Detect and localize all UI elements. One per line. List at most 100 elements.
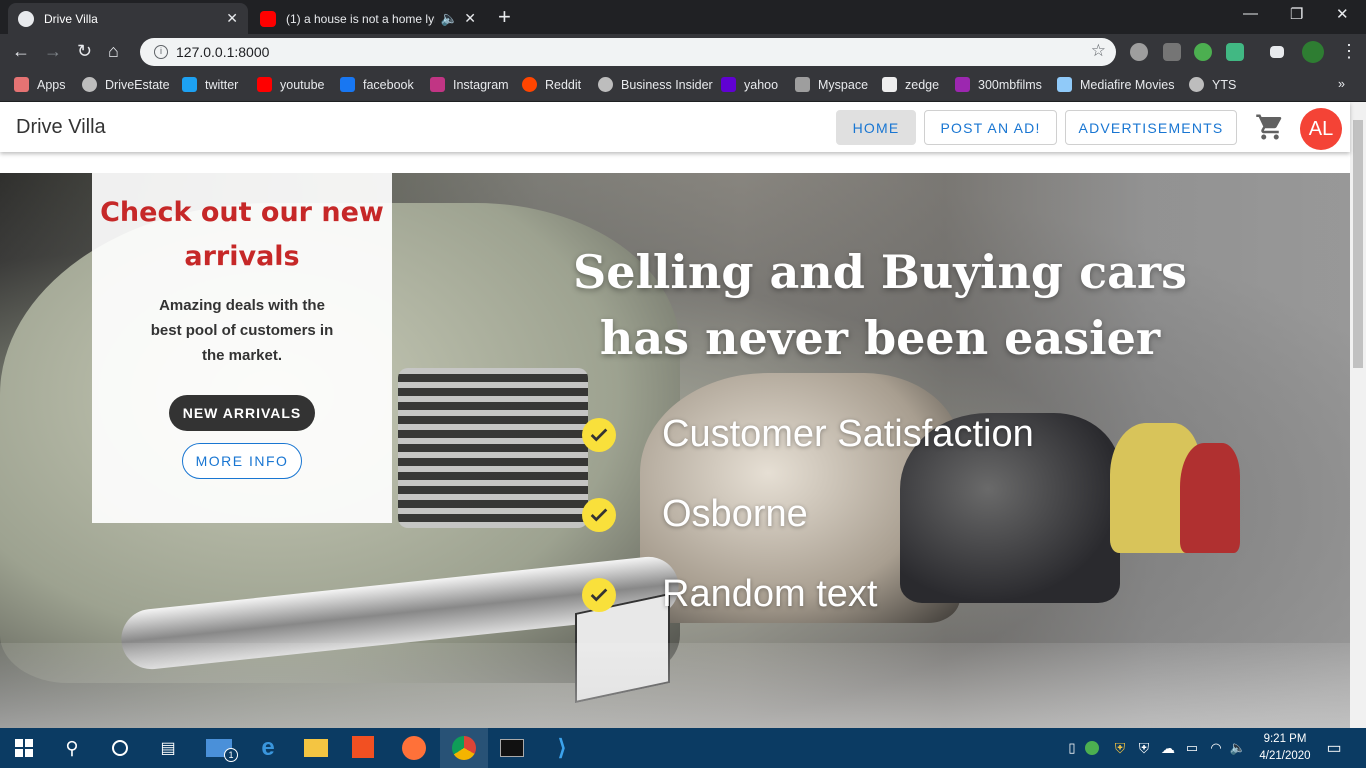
close-icon[interactable]: ✕ xyxy=(464,10,476,27)
nav-home-button[interactable]: HOME xyxy=(836,110,916,145)
youtube-icon xyxy=(257,77,272,92)
url-text: 127.0.0.1:8000 xyxy=(176,44,270,60)
tray-app-icon[interactable] xyxy=(1085,741,1099,755)
info-icon[interactable]: i xyxy=(154,45,168,59)
wifi-icon[interactable]: ◠ xyxy=(1204,736,1228,760)
onedrive-icon[interactable]: ☁ xyxy=(1156,736,1180,760)
bookmark-mediafire[interactable]: Mediafire Movies xyxy=(1057,77,1174,92)
check-icon xyxy=(582,497,616,532)
bookmark-star-icon[interactable]: ☆ xyxy=(1091,41,1106,61)
mail-badge: 1 xyxy=(224,748,238,762)
bookmark-zedge[interactable]: zedge xyxy=(882,77,939,92)
chrome-icon xyxy=(452,736,476,760)
bookmark-yahoo[interactable]: yahoo xyxy=(721,77,778,92)
volume-icon[interactable]: 🔈 xyxy=(1226,736,1250,760)
bookmark-reddit[interactable]: Reddit xyxy=(522,77,581,92)
store-icon[interactable] xyxy=(352,736,374,758)
minimize-button[interactable]: — xyxy=(1243,5,1258,22)
more-bookmarks-chevron-icon[interactable]: » xyxy=(1338,77,1345,91)
back-arrow-icon[interactable]: ← xyxy=(12,41,30,61)
firefox-icon[interactable] xyxy=(402,736,426,760)
reload-icon[interactable]: ↻ xyxy=(77,41,92,61)
terminal-icon[interactable] xyxy=(500,739,524,757)
file-explorer-icon[interactable] xyxy=(304,739,328,757)
menu-kebab-icon[interactable]: ⋮ xyxy=(1340,41,1358,61)
globe-icon xyxy=(18,10,34,27)
card-text: Amazing deals with the best pool of cust… xyxy=(150,297,334,364)
bookmark-yts[interactable]: YTS xyxy=(1189,77,1236,92)
vscode-icon[interactable]: ⟩ xyxy=(550,735,574,760)
clock-date: 4/21/2020 xyxy=(1259,750,1311,762)
feature-item: Random text xyxy=(582,573,877,616)
defender-icon[interactable]: ⛨ xyxy=(1132,736,1156,760)
site-brand[interactable]: Drive Villa xyxy=(16,116,106,139)
address-bar[interactable]: i 127.0.0.1:8000 ☆ xyxy=(140,38,1116,66)
twitter-icon xyxy=(182,77,197,92)
tab-title: Drive Villa xyxy=(44,11,98,26)
zedge-icon xyxy=(882,77,897,92)
shopping-cart-icon[interactable] xyxy=(1255,112,1285,142)
edge-browser-icon[interactable]: e xyxy=(256,734,280,761)
bookmark-twitter[interactable]: twitter xyxy=(182,77,238,92)
cortana-icon[interactable] xyxy=(108,736,132,760)
more-info-button[interactable]: MORE INFO xyxy=(182,443,302,479)
media-queue-icon[interactable] xyxy=(1270,46,1284,58)
notifications-icon[interactable]: ▭ xyxy=(1322,736,1346,760)
reddit-icon xyxy=(522,77,537,92)
usb-icon[interactable]: ▯ xyxy=(1060,736,1084,760)
myspace-icon xyxy=(795,77,810,92)
speaker-icon[interactable]: 🔈 xyxy=(441,10,458,27)
close-window-button[interactable]: ✕ xyxy=(1336,5,1349,23)
bookmark-business-insider[interactable]: Business Insider xyxy=(598,77,713,92)
bookmark-facebook[interactable]: facebook xyxy=(340,77,414,92)
bookmark-apps[interactable]: Apps xyxy=(14,77,66,92)
shield-icon[interactable]: ⛨ xyxy=(1108,736,1132,760)
battery-icon[interactable]: ▭ xyxy=(1180,736,1204,760)
windows-taskbar: ⚲ ▤ 1 e ⟩ ▯ ⛨ ⛨ ☁ ▭ ◠ 🔈 9:21 PM 4/21/202… xyxy=(0,728,1366,768)
tab-youtube[interactable]: (1) a house is not a home lyri 🔈 ✕ xyxy=(250,3,486,34)
tab-title: (1) a house is not a home lyri xyxy=(286,11,435,26)
check-icon xyxy=(582,417,616,452)
globe-icon xyxy=(1189,77,1204,92)
home-icon[interactable]: ⌂ xyxy=(108,41,119,61)
search-icon[interactable]: ⚲ xyxy=(60,736,84,760)
feature-item: Osborne xyxy=(582,493,808,536)
new-tab-button[interactable]: + xyxy=(498,5,511,29)
bookmark-driveestate[interactable]: DriveEstate xyxy=(82,77,170,92)
globe-icon xyxy=(598,77,613,92)
new-arrivals-card: Check out our new arrivals Amazing deals… xyxy=(92,173,392,523)
page-scrollbar[interactable] xyxy=(1350,102,1366,728)
adblock-icon[interactable] xyxy=(1130,43,1148,61)
restore-button[interactable]: ❐ xyxy=(1290,5,1303,23)
forward-arrow-icon[interactable]: → xyxy=(44,41,62,61)
color-extension-icon[interactable] xyxy=(1194,43,1212,61)
bookmark-youtube[interactable]: youtube xyxy=(257,77,324,92)
windows-start-icon[interactable] xyxy=(12,736,36,760)
vue-devtools-icon[interactable] xyxy=(1226,43,1244,61)
extension-icon[interactable] xyxy=(1163,43,1181,61)
showroom-floor xyxy=(0,643,1350,728)
check-icon xyxy=(582,577,616,612)
scrollbar-thumb[interactable] xyxy=(1353,120,1363,368)
close-icon[interactable]: ✕ xyxy=(226,10,238,27)
globe-icon xyxy=(82,77,97,92)
bookmark-instagram[interactable]: Instagram xyxy=(430,77,509,92)
hero-headline: Selling and Buying cars has never been e… xyxy=(572,245,1188,365)
nav-advertisements-button[interactable]: ADVERTISEMENTS xyxy=(1065,110,1237,145)
user-avatar[interactable]: AL xyxy=(1300,108,1342,150)
task-view-icon[interactable]: ▤ xyxy=(156,736,180,760)
bookmark-300mbfilms[interactable]: 300mbfilms xyxy=(955,77,1042,92)
bookmark-myspace[interactable]: Myspace xyxy=(795,77,868,92)
site-header: Drive Villa HOME POST AN AD! ADVERTISEME… xyxy=(0,102,1350,152)
chrome-taskbar-button[interactable] xyxy=(440,728,488,768)
mediafire-icon xyxy=(1057,77,1072,92)
profile-icon[interactable] xyxy=(1302,41,1324,63)
feature-item: Customer Satisfaction xyxy=(582,413,1034,456)
apps-grid-icon xyxy=(14,77,29,92)
instagram-icon xyxy=(430,77,445,92)
new-arrivals-button[interactable]: NEW ARRIVALS xyxy=(169,395,315,431)
feature-text: Customer Satisfaction xyxy=(662,413,1034,455)
tab-drive-villa[interactable]: Drive Villa ✕ xyxy=(8,3,248,34)
system-clock[interactable]: 9:21 PM 4/21/2020 xyxy=(1250,731,1320,765)
nav-post-ad-button[interactable]: POST AN AD! xyxy=(924,110,1057,145)
